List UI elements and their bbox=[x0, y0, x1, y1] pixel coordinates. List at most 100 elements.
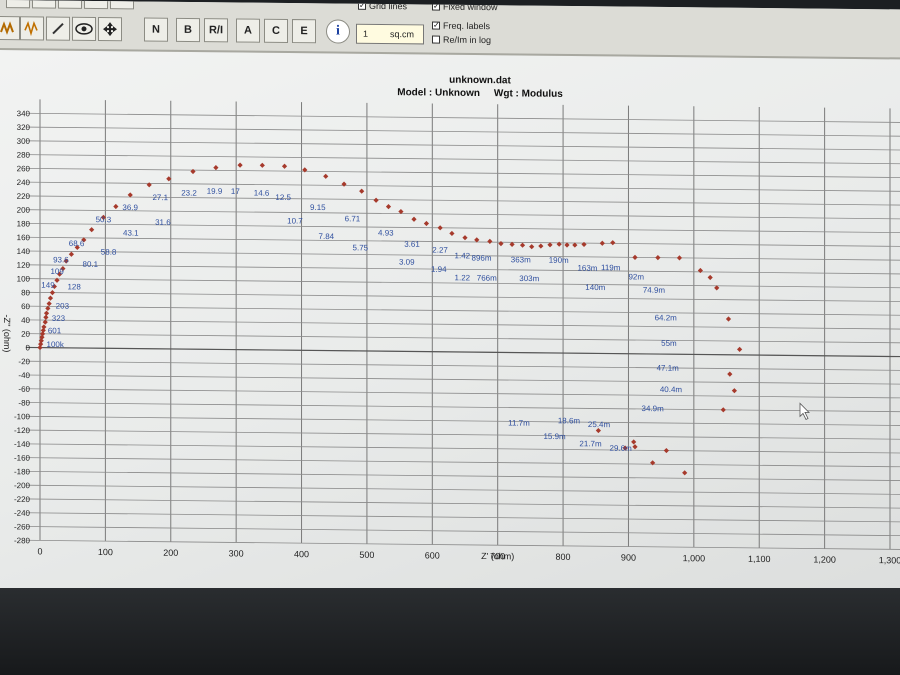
frequency-label: 7.84 bbox=[319, 232, 335, 241]
frequency-label: 2.27 bbox=[432, 246, 448, 255]
frequency-label: 36.9 bbox=[122, 203, 138, 212]
y-tick-label: -280 bbox=[14, 536, 31, 545]
x-tick-label: 800 bbox=[556, 552, 571, 562]
data-point bbox=[581, 241, 587, 248]
frequency-label: 190m bbox=[549, 256, 569, 265]
frequency-label: 1.42 bbox=[455, 251, 471, 260]
frequency-label: 55m bbox=[661, 339, 677, 348]
frequency-label: 203 bbox=[56, 301, 70, 310]
y-tick-label: 340 bbox=[17, 109, 31, 118]
frequency-label: 12.5 bbox=[275, 193, 291, 202]
frequency-label: 1.22 bbox=[455, 273, 471, 282]
data-point bbox=[529, 244, 535, 250]
y-tick-label: -80 bbox=[18, 398, 30, 407]
data-point bbox=[632, 254, 638, 260]
grid-line-horizontal bbox=[26, 360, 900, 371]
grid-line-horizontal bbox=[26, 319, 900, 330]
grid-line-horizontal bbox=[26, 498, 900, 509]
x-tick-label: 400 bbox=[294, 549, 309, 559]
data-point bbox=[538, 243, 544, 249]
grid-line-horizontal bbox=[26, 181, 900, 192]
frequency-label: 766m bbox=[477, 274, 497, 283]
data-point bbox=[682, 470, 688, 476]
grid-line-horizontal bbox=[26, 140, 900, 151]
data-points bbox=[37, 162, 743, 476]
frequency-label: 43.1 bbox=[123, 229, 139, 238]
grid-line-horizontal bbox=[26, 167, 900, 179]
y-tick-label: -140 bbox=[14, 440, 31, 449]
frequency-label: 17 bbox=[231, 187, 240, 196]
grid-line-horizontal bbox=[26, 457, 900, 468]
y-tick-label: -180 bbox=[14, 467, 31, 476]
y-axis-title: -Z'' (ohm) bbox=[2, 314, 12, 352]
data-point bbox=[462, 235, 468, 241]
x-tick-label: 1,100 bbox=[748, 554, 771, 564]
x-tick-label: 1,000 bbox=[683, 553, 706, 563]
frequency-label: 21.7m bbox=[579, 439, 602, 448]
y-tick-label: -220 bbox=[14, 495, 31, 504]
data-point bbox=[373, 197, 379, 203]
frequency-label: 47.1m bbox=[657, 364, 680, 373]
y-tick-label: -60 bbox=[18, 385, 30, 394]
frequency-label: 29.6m bbox=[610, 444, 633, 453]
x-tick-label: 1,200 bbox=[813, 555, 836, 565]
frequency-labels: 100k 601 323 203 149 128109 93.6 80.1 68.6 58.8 50… bbox=[41, 187, 682, 453]
grid-line-horizontal bbox=[26, 374, 900, 385]
grid-line-horizontal bbox=[26, 154, 900, 165]
frequency-label: 896m bbox=[472, 254, 492, 263]
data-point bbox=[385, 204, 392, 210]
y-tick-label: 220 bbox=[17, 192, 31, 201]
data-point bbox=[281, 163, 288, 169]
frequency-label: 27.1 bbox=[152, 193, 168, 202]
grid-line-horizontal bbox=[26, 126, 900, 137]
data-point bbox=[487, 238, 493, 245]
data-point bbox=[89, 227, 95, 233]
frequency-label: 100k bbox=[47, 340, 65, 349]
x-tick-label: 900 bbox=[621, 553, 636, 563]
frequency-label: 149 bbox=[41, 281, 55, 290]
nyquist-plot: 100k 601 323 203 149 128109 93.6 80.1 68.6 58.8 50… bbox=[2, 99, 900, 565]
grid-line-horizontal bbox=[26, 443, 900, 454]
frequency-label: 109 bbox=[50, 267, 64, 276]
y-tick-label: -240 bbox=[14, 509, 31, 518]
y-tick-label: -40 bbox=[18, 371, 30, 380]
frequency-label: 4.93 bbox=[378, 228, 394, 237]
x-tick-label: 600 bbox=[425, 550, 440, 560]
grid-lines bbox=[26, 99, 900, 550]
data-point bbox=[47, 295, 54, 301]
frequency-label: 18.6m bbox=[558, 416, 581, 425]
data-point bbox=[54, 277, 60, 283]
frequency-label: 128 bbox=[67, 282, 81, 291]
grid-line-horizontal bbox=[26, 415, 900, 426]
data-point bbox=[632, 444, 638, 450]
frequency-label: 31.6 bbox=[155, 218, 171, 227]
data-point bbox=[655, 255, 661, 261]
data-point bbox=[498, 240, 504, 247]
grid-line-horizontal bbox=[26, 388, 900, 399]
data-point bbox=[259, 162, 265, 168]
data-point bbox=[41, 324, 47, 330]
grid-line-horizontal bbox=[26, 484, 900, 495]
frequency-label: 11.7m bbox=[508, 418, 530, 427]
data-point bbox=[519, 242, 526, 248]
data-point bbox=[676, 255, 683, 261]
data-point bbox=[323, 173, 329, 179]
data-point bbox=[302, 167, 308, 173]
grid-line-horizontal bbox=[26, 526, 900, 537]
data-point bbox=[146, 182, 152, 188]
data-point bbox=[599, 240, 605, 246]
grid-line-horizontal bbox=[26, 429, 900, 440]
frequency-label: 50.3 bbox=[96, 215, 112, 224]
y-tick-label: -100 bbox=[14, 412, 31, 421]
x-tick-label: 0 bbox=[37, 546, 42, 556]
frequency-label: 363m bbox=[511, 255, 531, 264]
data-point bbox=[49, 290, 56, 296]
frequency-label: 9.15 bbox=[310, 203, 326, 212]
grid-line-horizontal bbox=[26, 112, 900, 123]
y-tick-label: 140 bbox=[17, 247, 31, 256]
y-tick-label: 160 bbox=[17, 233, 31, 242]
y-tick-label: -200 bbox=[14, 481, 31, 490]
x-axis-title: Z' (ohm) bbox=[481, 551, 514, 561]
data-point bbox=[725, 316, 732, 322]
zero-line bbox=[26, 346, 900, 358]
